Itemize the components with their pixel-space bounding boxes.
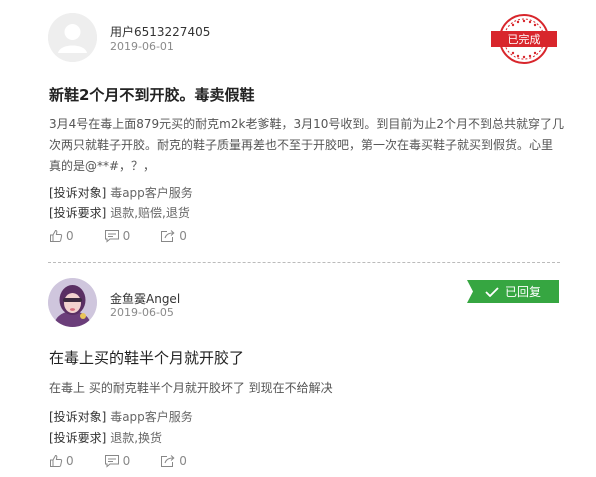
complaint-target-label: [投诉对象] (49, 410, 107, 424)
share-button[interactable]: 0 (160, 229, 187, 243)
divider (48, 262, 560, 263)
complaint-card[interactable]: 用户6513227405 2019-06-01 已完成 新鞋2个月不到开胶。毒卖… (0, 0, 596, 263)
complaint-target: [投诉对象] 毒app客户服务 (49, 184, 193, 201)
status-badge: 已回复 (467, 280, 559, 303)
complaint-demand: [投诉要求] 退款,换货 (49, 429, 162, 446)
complaint-card[interactable]: 金鱼霙Angel 2019-06-05 已回复 在毒上买的鞋半个月就开胶了 在毒… (0, 264, 596, 477)
post-date: 2019-06-05 (110, 306, 174, 319)
check-icon (485, 286, 499, 297)
action-bar: 0 0 0 (49, 229, 217, 243)
complaint-title[interactable]: 新鞋2个月不到开胶。毒卖假鞋 (49, 84, 254, 105)
complaint-target-value[interactable]: 毒app客户服务 (110, 186, 193, 200)
complaint-target-value[interactable]: 毒app客户服务 (110, 410, 193, 424)
complaint-target-label: [投诉对象] (49, 186, 107, 200)
complaint-target: [投诉对象] 毒app客户服务 (49, 408, 193, 425)
avatar[interactable] (48, 278, 97, 327)
complaint-demand-value: 退款,赔偿,退货 (110, 206, 190, 220)
complaint-demand-label: [投诉要求] (49, 206, 107, 220)
share-icon (161, 230, 175, 242)
like-button[interactable]: 0 (49, 229, 74, 243)
user-photo-icon (48, 278, 97, 327)
user-silhouette-icon (48, 13, 97, 62)
comment-count: 0 (122, 454, 131, 468)
username[interactable]: 金鱼霙Angel (110, 290, 180, 307)
comment-button[interactable]: 0 (104, 229, 131, 243)
status-stamp: 已完成 (489, 12, 559, 66)
post-date: 2019-06-01 (110, 40, 174, 53)
complaint-content: 在毒上 买的耐克鞋半个月就开胶坏了 到现在不给解决 (49, 381, 333, 395)
thumbs-up-icon (50, 229, 63, 242)
like-count: 0 (66, 229, 74, 243)
like-button[interactable]: 0 (49, 454, 74, 468)
comment-icon (104, 455, 119, 468)
complaint-demand-value: 退款,换货 (110, 431, 163, 445)
username[interactable]: 用户6513227405 (110, 23, 210, 40)
complaint-title[interactable]: 在毒上买的鞋半个月就开胶了 (49, 347, 244, 368)
share-icon (161, 455, 175, 467)
comment-count: 0 (122, 229, 131, 243)
complaint-demand: [投诉要求] 退款,赔偿,退货 (49, 204, 190, 221)
avatar[interactable] (48, 13, 97, 62)
share-count: 0 (179, 229, 187, 243)
comment-icon (104, 230, 119, 243)
thumbs-up-icon (50, 454, 63, 467)
share-button[interactable]: 0 (160, 454, 187, 468)
like-count: 0 (66, 454, 74, 468)
complaint-content: 3月4号在毒上面879元买的耐克m2k老爹鞋，3月10号收到。到目前为止2个月不… (49, 117, 564, 173)
action-bar: 0 0 0 (49, 454, 217, 468)
status-badge-label: 已回复 (504, 285, 541, 299)
status-stamp-label: 已完成 (508, 32, 541, 46)
comment-button[interactable]: 0 (104, 454, 131, 468)
share-count: 0 (179, 454, 187, 468)
complaint-demand-label: [投诉要求] (49, 431, 107, 445)
